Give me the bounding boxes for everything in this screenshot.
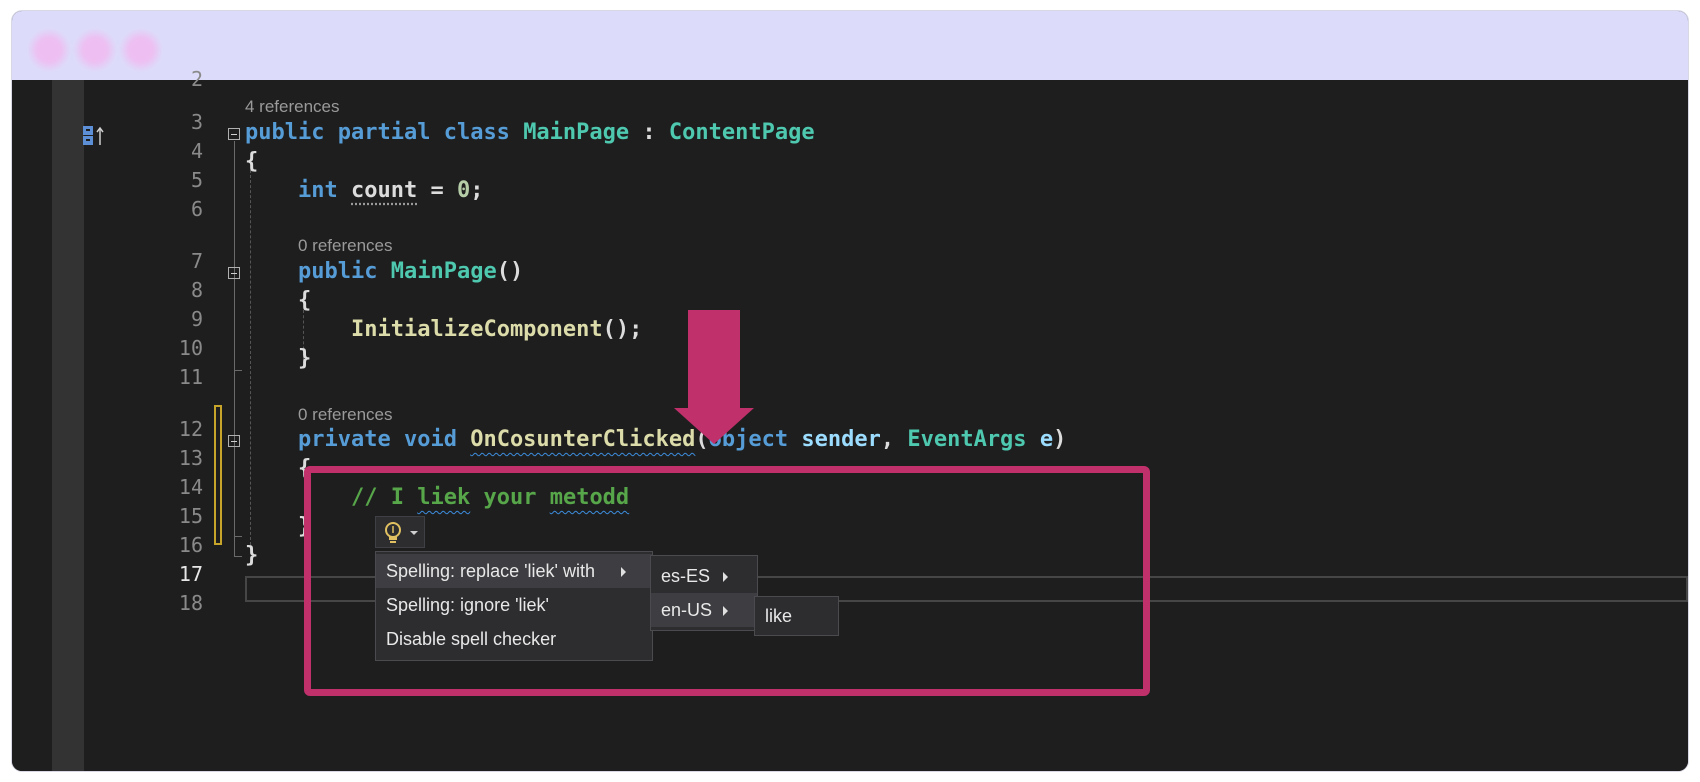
outline-line [234,141,235,556]
keyword: public [245,120,325,145]
punctuation: () [496,259,524,284]
annotation-highlight-box [304,466,1150,696]
line-number: 16 [178,533,203,557]
keyword: partial [337,120,431,145]
collapse-class-toggle[interactable] [228,128,240,140]
line-number: 12 [178,417,203,441]
line-number: 18 [178,591,203,615]
base-class-name: ContentPage [668,120,815,145]
keyword: int [298,178,338,203]
line-number: 10 [178,336,203,360]
punctuation: (); [602,317,643,342]
constructor-name: MainPage [390,259,497,284]
keyword: void [403,427,457,452]
indent-guide [250,170,251,550]
line-number: 5 [190,168,203,192]
line-number: 11 [178,365,203,389]
method-name-misspelled: OnCosunterClicked [470,427,696,452]
code-line-4[interactable]: { [245,147,258,177]
method-call: InitializeComponent [351,317,603,342]
class-name: MainPage [523,120,630,145]
code-lens-references[interactable]: 0 references [298,405,393,425]
punctuation: , [880,427,895,452]
code-lens-references[interactable]: 0 references [298,236,393,256]
line-number: 8 [190,278,203,302]
punctuation: ; [470,178,484,203]
code-line-7[interactable]: public MainPage() [298,257,523,287]
line-number: 2 [190,67,203,91]
number-literal: 0 [456,178,471,203]
line-number: 4 [190,139,203,163]
parameter-name: sender [801,427,881,452]
collapse-ctor-toggle[interactable] [228,267,240,279]
code-line-16[interactable]: } [245,541,258,571]
type-name: EventArgs [907,427,1027,452]
line-number: 3 [190,110,203,134]
line-number: 9 [190,307,203,331]
code-line-9[interactable]: InitializeComponent(); [351,315,642,345]
keyword: public [298,259,378,284]
code-lens-references[interactable]: 4 references [245,97,340,117]
window-close-dot[interactable] [32,33,66,67]
punctuation: ) [1053,427,1067,452]
title-bar [12,11,1688,80]
outline-line-end [234,556,242,557]
change-tracking-bar [214,405,222,545]
annotation-arrow-head [674,408,754,444]
collapse-method-toggle[interactable] [228,435,240,447]
line-number: 7 [190,249,203,273]
outline-line-end [234,536,242,537]
line-number: 14 [178,475,203,499]
line-number-active: 17 [178,562,203,586]
code-editor[interactable]: 2 3 4 5 6 7 8 9 10 11 12 13 14 15 16 17 … [12,67,1688,771]
operator: = [430,178,457,203]
window-maximize-dot[interactable] [124,33,158,67]
line-number: 15 [178,504,203,528]
code-line-5[interactable]: int count = 0; [298,176,483,206]
code-line-10[interactable]: } [298,344,311,374]
line-number: 6 [190,197,203,221]
annotation-arrow-shaft [688,310,740,410]
keyword: class [443,120,510,145]
parameter-name: e [1039,427,1054,452]
punctuation: : [642,120,656,145]
code-line-8[interactable]: { [298,286,311,316]
code-line-3[interactable]: public partial class MainPage : ContentP… [245,118,815,148]
outline-line-end [234,370,242,371]
window-minimize-dot[interactable] [78,33,112,67]
app-window: 2 3 4 5 6 7 8 9 10 11 12 13 14 15 16 17 … [12,11,1688,771]
variable-name: count [351,178,418,203]
keyword: private [298,427,391,452]
editor-margin [52,80,84,771]
line-number: 13 [178,446,203,470]
overrides-glyph-icon[interactable] [82,125,108,147]
